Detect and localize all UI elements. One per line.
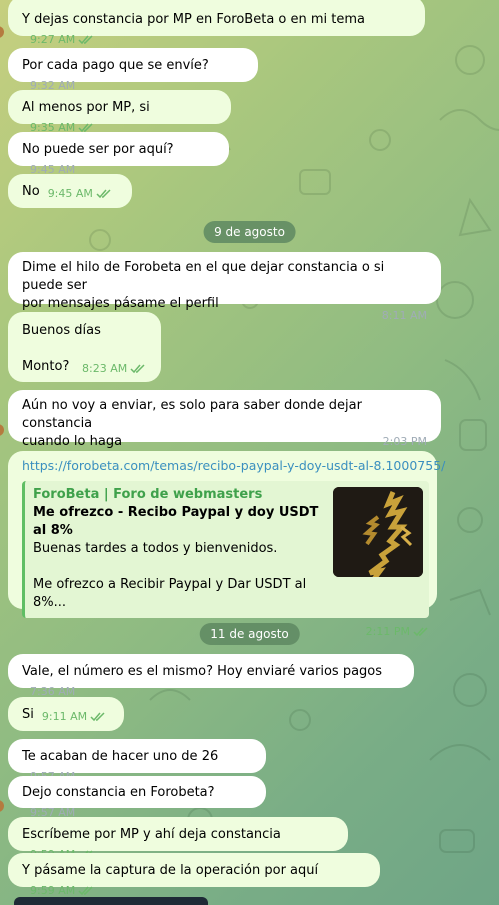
- preview-thumbnail-image[interactable]: [333, 487, 423, 577]
- message-text: No: [22, 184, 40, 199]
- message-text: Vale, el número es el mismo? Hoy enviaré…: [22, 664, 383, 679]
- message-text: Escríbeme por MP y ahí deja constancia: [22, 827, 281, 842]
- message-meta: 9:27 AM: [30, 31, 94, 49]
- link-preview-card[interactable]: ForoBeta | Foro de webmasters Me ofrezco…: [22, 481, 429, 618]
- scroll-to-bottom-bar[interactable]: [14, 897, 208, 905]
- message-text: Y dejas constancia por MP en ForoBeta o …: [22, 12, 366, 27]
- message-bubble[interactable]: No puede ser por aquí?9:45 AM: [8, 132, 229, 176]
- sender-avatar-edge[interactable]: [0, 800, 4, 812]
- message-bubble[interactable]: Te acaban de hacer uno de 269:57 AM: [8, 739, 266, 783]
- message-bubble[interactable]: Y dejas constancia por MP en ForoBeta o …: [8, 0, 425, 46]
- message-time: 9:59 AM: [30, 884, 76, 897]
- message-bubble[interactable]: Escríbeme por MP y ahí deja constancia9:…: [8, 817, 348, 861]
- message-meta: 8:23 AM: [82, 360, 146, 378]
- message-text: Al menos por MP, si: [22, 100, 150, 115]
- message-bubble[interactable]: Al menos por MP, si9:35 AM: [8, 90, 231, 134]
- message-time: 9:45 AM: [47, 187, 93, 200]
- message-text: Dejo constancia en Forobeta?: [22, 785, 215, 800]
- message-text: Te acaban de hacer uno de 26: [22, 749, 219, 764]
- message-time: 2:03 PM: [382, 435, 427, 448]
- double-check-icon: [413, 627, 428, 637]
- message-meta: 9:45 AM: [48, 185, 112, 203]
- message-text: Y pásame la captura de la operación por …: [22, 863, 319, 878]
- message-bubble[interactable]: Aún no voy a enviar, es solo para saber …: [8, 390, 441, 449]
- message-text: Por cada pago que se envíe?: [22, 58, 209, 73]
- message-time: 9:27 AM: [30, 33, 76, 46]
- message-bubble[interactable]: Y pásame la captura de la operación por …: [8, 853, 380, 897]
- message-bubble[interactable]: Buenos días Monto? 8:23 AM: [8, 312, 161, 382]
- message-text: Si: [22, 707, 34, 722]
- double-check-icon: [78, 35, 93, 45]
- thumbnail-art: [333, 487, 423, 577]
- double-check-icon: [130, 364, 145, 374]
- message-time: 8:23 AM: [82, 362, 128, 375]
- double-check-icon: [78, 886, 93, 896]
- chat-history[interactable]: Y dejas constancia por MP en ForoBeta o …: [0, 0, 499, 905]
- link-message-bubble[interactable]: https://forobeta.com/temas/recibo-paypal…: [8, 451, 445, 638]
- message-bubble[interactable]: Dejo constancia en Forobeta?9:57 AM: [8, 776, 266, 819]
- link-preview-text: ForoBeta | Foro de webmasters Me ofrezco…: [33, 486, 325, 612]
- message-bubble[interactable]: Dime el hilo de Forobeta en el que dejar…: [8, 252, 441, 322]
- date-separator: 9 de agosto: [203, 221, 296, 243]
- message-meta: 9:11 AM: [42, 708, 106, 726]
- message-time: 2:11 PM: [365, 625, 410, 638]
- message-bubble[interactable]: No 9:45 AM: [8, 174, 132, 208]
- message-bubble[interactable]: Si 9:11 AM: [8, 697, 124, 731]
- message-bubble[interactable]: Por cada pago que se envíe?9:32 AM: [8, 48, 258, 92]
- message-time: 8:11 AM: [381, 309, 427, 322]
- link-preview-description: Buenas tardes a todos y bienvenidos. Me …: [33, 541, 307, 610]
- message-bubble[interactable]: Vale, el número es el mismo? Hoy enviaré…: [8, 654, 414, 698]
- sender-avatar-edge[interactable]: [0, 26, 4, 38]
- link-preview-title: Me ofrezco - Recibo Paypal y doy USDT al…: [33, 505, 319, 538]
- date-separator: 11 de agosto: [199, 623, 300, 645]
- double-check-icon: [96, 189, 111, 199]
- double-check-icon: [90, 712, 105, 722]
- message-link[interactable]: https://forobeta.com/temas/recibo-paypal…: [22, 457, 445, 475]
- link-preview-site-name: ForoBeta | Foro de webmasters: [33, 487, 263, 502]
- sender-avatar-edge[interactable]: [0, 424, 4, 436]
- message-body: Buenos días Monto? 8:23 AM: [22, 322, 147, 376]
- message-text: No puede ser por aquí?: [22, 142, 174, 157]
- message-text: Dime el hilo de Forobeta en el que dejar…: [22, 260, 385, 311]
- message-time: 9:11 AM: [41, 710, 88, 723]
